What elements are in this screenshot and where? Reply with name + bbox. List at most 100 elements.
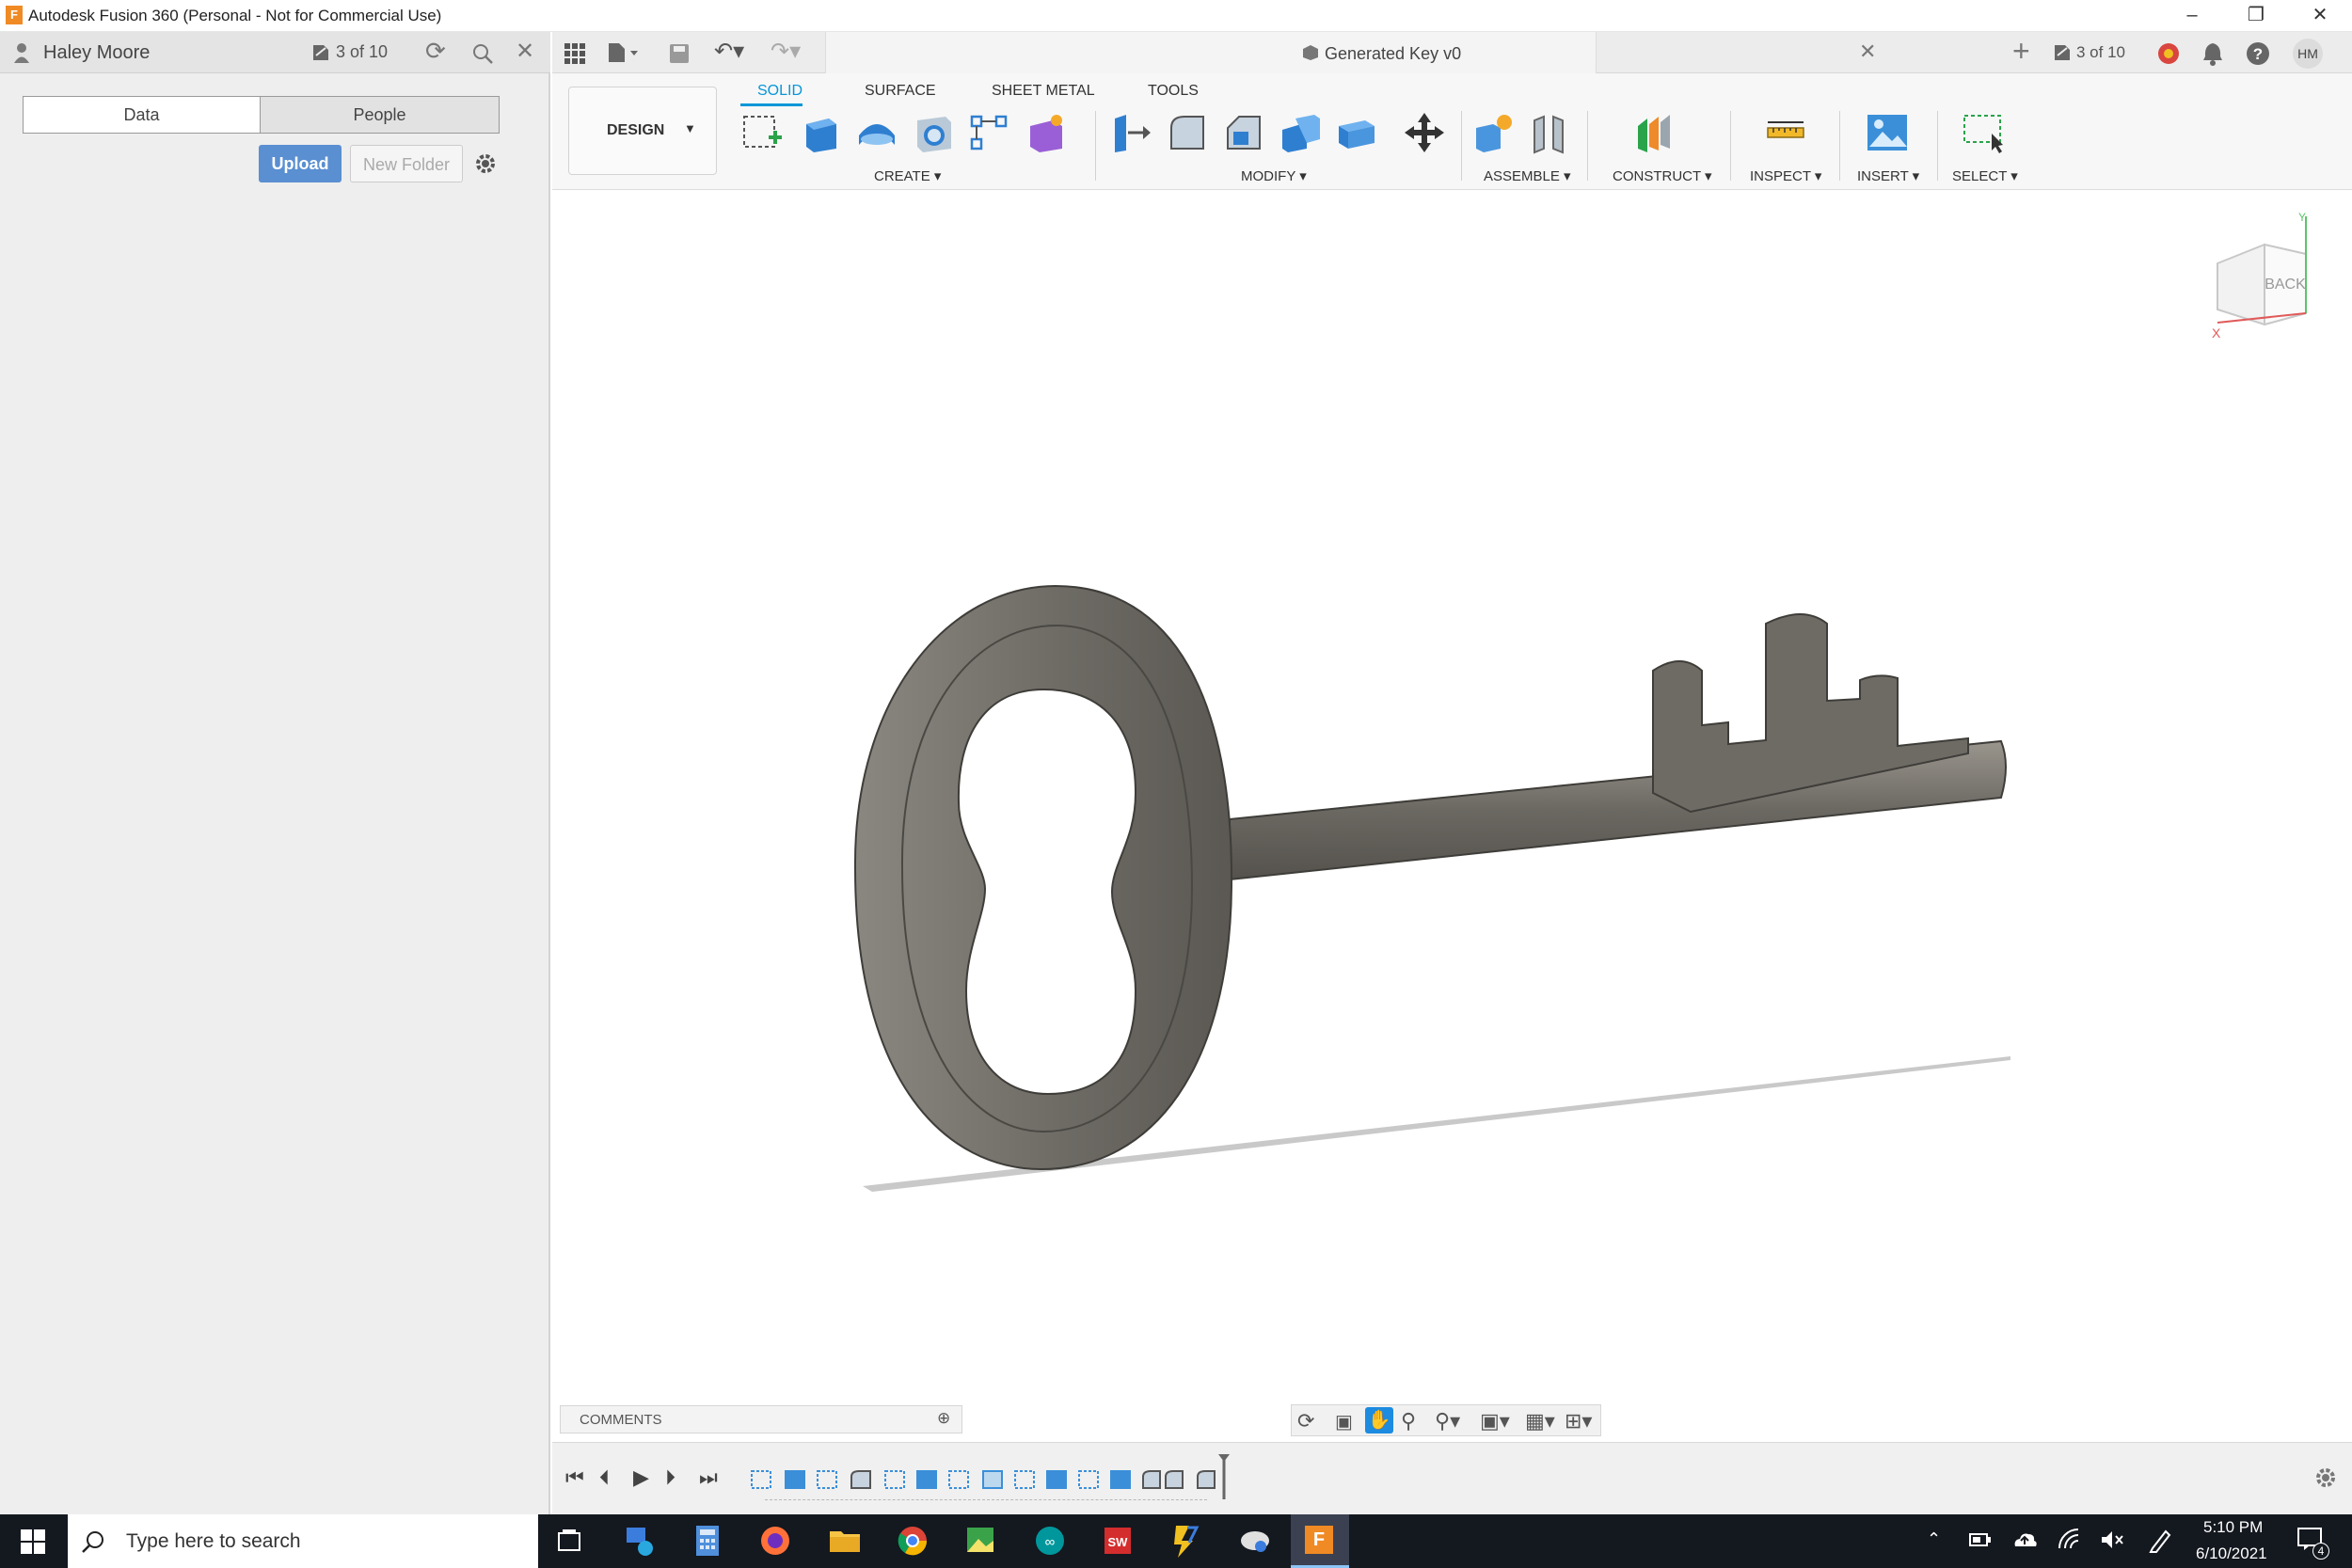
- calculator-icon[interactable]: [687, 1520, 728, 1561]
- step-back-icon[interactable]: ⏴: [599, 1465, 610, 1490]
- design-canvas[interactable]: BACK Y X COMMENTS ⊕ ⟳ ▣ ✋ ⚲ ⚲▾ ▣▾ ▦▾ ⊞▾: [552, 191, 2352, 1442]
- extrude-icon[interactable]: [799, 111, 842, 154]
- search-icon[interactable]: [472, 43, 493, 64]
- workspace-switcher[interactable]: DESIGN ▼: [568, 87, 717, 175]
- insert-image-icon[interactable]: [1866, 111, 1909, 154]
- viewports-icon[interactable]: ⊞▾: [1565, 1409, 1592, 1433]
- new-component-icon[interactable]: [1472, 111, 1516, 154]
- onedrive-cloud-icon[interactable]: [2011, 1528, 2038, 1552]
- offset-plane-icon[interactable]: [1632, 111, 1676, 154]
- battery-icon[interactable]: [1968, 1529, 1993, 1550]
- fit-icon[interactable]: ⚲▾: [1435, 1409, 1460, 1433]
- kicad-icon[interactable]: [1165, 1520, 1206, 1561]
- 3d-app-icon[interactable]: [1234, 1520, 1276, 1561]
- undo-icon[interactable]: ↶▾: [714, 38, 744, 65]
- combine-icon[interactable]: [1335, 111, 1378, 154]
- press-pull-icon[interactable]: [1109, 111, 1152, 154]
- construct-menu[interactable]: CONSTRUCT ▾: [1613, 167, 1712, 184]
- tab-solid[interactable]: SOLID: [757, 83, 803, 100]
- upload-button[interactable]: Upload: [259, 145, 342, 182]
- chevron-up-icon[interactable]: ⌃: [1927, 1529, 1941, 1549]
- redo-icon[interactable]: ↷▾: [771, 38, 801, 65]
- tab-surface[interactable]: SURFACE: [865, 83, 936, 100]
- new-tab-icon[interactable]: +: [2012, 34, 2030, 69]
- firefox-icon[interactable]: [755, 1520, 796, 1561]
- tab-data[interactable]: Data: [23, 96, 261, 134]
- play-icon[interactable]: ▶: [633, 1465, 649, 1490]
- joint-icon[interactable]: [1527, 111, 1570, 154]
- pattern-icon[interactable]: [968, 111, 1011, 154]
- gear-icon[interactable]: [474, 152, 497, 175]
- network-app-icon[interactable]: [619, 1520, 660, 1561]
- restore-button[interactable]: ❐: [2224, 0, 2288, 32]
- document-tab-bar: ↶▾ ↷▾ Generated Key v0 ✕ + 3 of 10 ? HM: [552, 32, 2352, 73]
- tab-sheet-metal[interactable]: SHEET METAL: [992, 83, 1095, 100]
- comments-panel[interactable]: COMMENTS ⊕: [560, 1405, 962, 1433]
- pen-ink-icon[interactable]: [2147, 1526, 2175, 1554]
- chrome-icon[interactable]: [892, 1520, 933, 1561]
- taskbar-search-box[interactable]: Type here to search: [68, 1514, 538, 1568]
- tab-people[interactable]: People: [260, 96, 500, 134]
- create-form-icon[interactable]: [1025, 111, 1068, 154]
- step-forward-icon[interactable]: ⏵: [665, 1465, 675, 1490]
- notifications-bell-icon[interactable]: [2201, 41, 2224, 66]
- tab-tools[interactable]: TOOLS: [1148, 83, 1199, 100]
- minimize-button[interactable]: –: [2160, 0, 2224, 32]
- create-menu[interactable]: CREATE ▾: [874, 167, 941, 184]
- close-button[interactable]: ✕: [2288, 0, 2352, 32]
- save-icon[interactable]: [669, 43, 690, 64]
- key-model[interactable]: [552, 191, 2352, 1442]
- job-status-icon[interactable]: [2156, 41, 2181, 66]
- close-tab-icon[interactable]: ✕: [1859, 40, 1876, 64]
- key-bow: [853, 584, 1233, 1171]
- task-view-icon[interactable]: [555, 1528, 583, 1556]
- display-settings-icon[interactable]: ▣▾: [1480, 1409, 1510, 1433]
- go-to-start-icon[interactable]: ⏮: [565, 1465, 584, 1490]
- revolve-icon[interactable]: [855, 111, 898, 154]
- assemble-menu[interactable]: ASSEMBLE ▾: [1484, 167, 1571, 184]
- document-tab[interactable]: Generated Key v0 ✕: [825, 32, 1876, 73]
- app-grid-icon[interactable]: [564, 43, 585, 64]
- user-name[interactable]: Haley Moore: [43, 42, 150, 64]
- measure-icon[interactable]: [1764, 111, 1807, 154]
- select-box-icon[interactable]: [1962, 111, 2005, 154]
- file-explorer-icon[interactable]: [824, 1520, 866, 1561]
- close-panel-icon[interactable]: ✕: [516, 38, 534, 65]
- image-viewer-icon[interactable]: [960, 1520, 1001, 1561]
- move-copy-icon[interactable]: [1403, 111, 1446, 154]
- refresh-icon[interactable]: ⟳: [425, 37, 446, 66]
- fillet-icon[interactable]: [1166, 111, 1209, 154]
- timeline-settings-gear-icon[interactable]: [2313, 1465, 2338, 1490]
- clock-time[interactable]: 5:10 PM: [2203, 1518, 2263, 1537]
- modify-menu[interactable]: MODIFY ▾: [1241, 167, 1307, 184]
- look-at-icon[interactable]: ▣: [1335, 1410, 1353, 1433]
- create-sketch-icon[interactable]: [740, 111, 784, 154]
- document-version-counter[interactable]: 3 of 10: [2076, 43, 2125, 62]
- help-icon[interactable]: ?: [2246, 41, 2270, 66]
- zoom-icon[interactable]: ⚲: [1401, 1409, 1416, 1433]
- version-counter[interactable]: 3 of 10: [336, 42, 388, 62]
- timeline-features[interactable]: [748, 1452, 1162, 1505]
- clock-date[interactable]: 6/10/2021: [2196, 1544, 2267, 1563]
- new-folder-button[interactable]: New Folder: [350, 145, 463, 182]
- pan-icon[interactable]: ✋: [1365, 1407, 1393, 1433]
- select-menu[interactable]: SELECT ▾: [1952, 167, 2018, 184]
- wifi-icon[interactable]: [2057, 1528, 2081, 1552]
- avatar[interactable]: HM: [2293, 39, 2323, 69]
- grid-settings-icon[interactable]: ▦▾: [1525, 1409, 1555, 1433]
- orbit-icon[interactable]: ⟳: [1297, 1409, 1314, 1433]
- inspect-menu[interactable]: INSPECT ▾: [1750, 167, 1821, 184]
- shell-icon[interactable]: [1279, 111, 1322, 154]
- volume-muted-icon[interactable]: [2100, 1529, 2124, 1550]
- chamfer-icon[interactable]: [1222, 111, 1265, 154]
- fusion-taskbar-button[interactable]: F: [1291, 1514, 1349, 1568]
- add-comment-icon[interactable]: ⊕: [937, 1409, 950, 1428]
- windows-start-icon[interactable]: [21, 1529, 45, 1554]
- go-to-end-icon[interactable]: ⏭: [699, 1465, 718, 1490]
- file-menu-icon[interactable]: [607, 42, 639, 63]
- hole-icon[interactable]: [912, 111, 955, 154]
- arduino-icon[interactable]: ∞: [1029, 1520, 1071, 1561]
- solidworks-icon[interactable]: SW: [1097, 1520, 1138, 1561]
- timeline-features-tail[interactable]: [1162, 1452, 1237, 1505]
- insert-menu[interactable]: INSERT ▾: [1857, 167, 1919, 184]
